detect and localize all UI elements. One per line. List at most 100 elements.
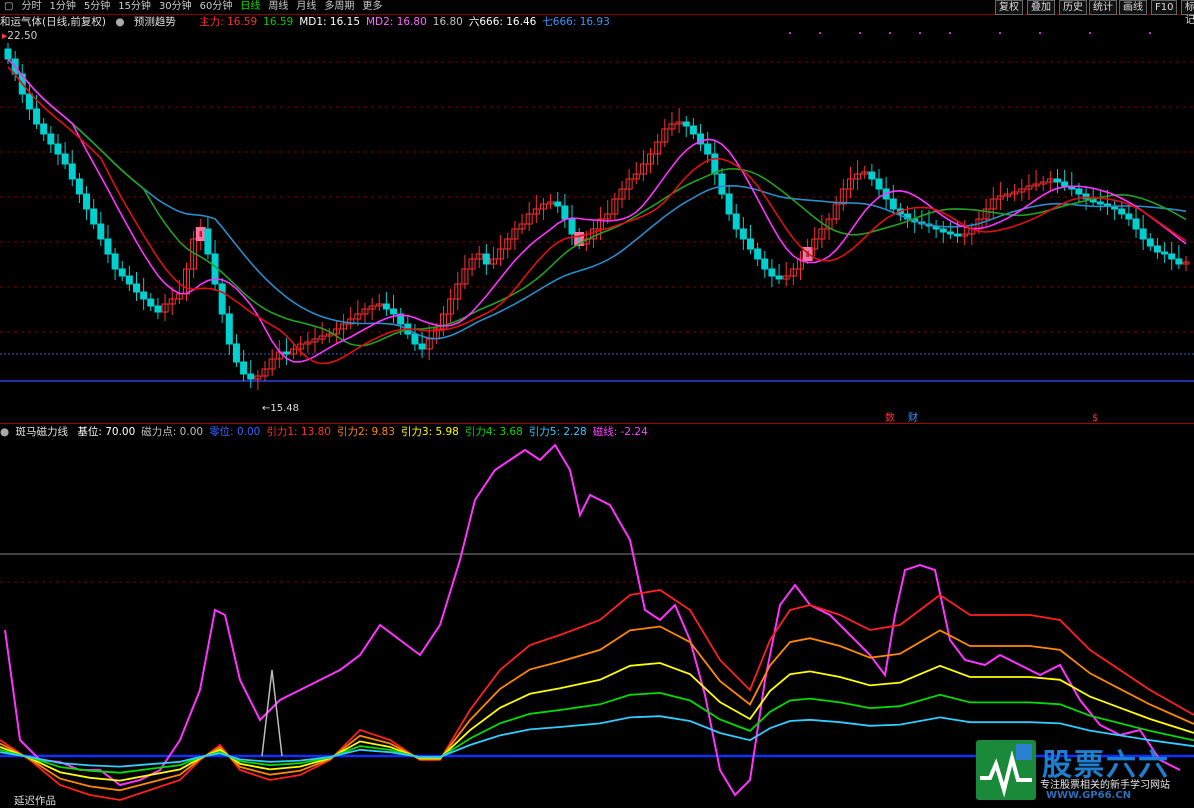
candle-body xyxy=(147,298,155,307)
ma-pink-line xyxy=(7,58,1187,363)
candle-body xyxy=(125,275,133,285)
signal-dot xyxy=(789,32,791,34)
tab-period-10[interactable]: 更多 xyxy=(358,0,386,14)
signal-dot xyxy=(949,32,951,34)
candle-body xyxy=(118,268,126,277)
candle-body xyxy=(68,163,76,180)
candle-body xyxy=(1096,201,1104,205)
candle-body xyxy=(104,238,112,255)
candle-body xyxy=(133,283,141,293)
toolbar-button-2[interactable]: 历史 xyxy=(1059,0,1087,15)
candle-body xyxy=(568,218,576,235)
pane-separator xyxy=(0,423,1194,424)
candle-body xyxy=(689,125,697,135)
tab-period-8[interactable]: 月线 xyxy=(292,0,320,14)
tab-period-9[interactable]: 多周期 xyxy=(320,0,358,14)
candle-body xyxy=(732,213,740,230)
lower-value-3: 引力1: 13.80 xyxy=(266,426,331,438)
lower-value-8: 磁线: -2.24 xyxy=(592,426,648,438)
candle-body xyxy=(247,373,255,380)
toolbar-button-0[interactable]: 复权 xyxy=(995,0,1023,15)
candle-body xyxy=(111,253,119,270)
toolbar-button-4[interactable]: 画线 xyxy=(1119,0,1147,15)
candle-body xyxy=(1061,181,1069,187)
candle-body xyxy=(204,228,212,255)
candle-body xyxy=(554,201,562,207)
event-marker-c: $ xyxy=(1092,413,1098,422)
signal-dot xyxy=(889,32,891,34)
toolbar-button-6[interactable]: 标记 xyxy=(1181,0,1194,26)
event-marker-b: 财 xyxy=(908,411,918,422)
signal-dot xyxy=(1149,32,1151,34)
candle-body xyxy=(390,308,398,315)
candle-body xyxy=(33,108,41,125)
candle-body xyxy=(75,178,83,195)
candle-body xyxy=(739,228,747,240)
candle-body xyxy=(954,233,962,237)
candle-body xyxy=(1168,253,1176,260)
tab-period-6[interactable]: 日线 xyxy=(236,0,264,14)
candle-body xyxy=(682,121,690,127)
candlestick-chart[interactable]: ←15.48 数 财 $ xyxy=(0,14,1194,422)
candle-body xyxy=(761,258,769,270)
lower-value-5: 引力3: 5.98 xyxy=(400,426,459,438)
candle-body xyxy=(382,303,390,310)
candle-body xyxy=(754,248,762,260)
candle-body xyxy=(411,333,419,345)
candle-body xyxy=(868,171,876,180)
period-tabs: 分时 1分钟 5分钟 15分钟 30分钟 60分钟 日线 周线 月线 多周期 更多 xyxy=(17,0,386,14)
candle-body xyxy=(946,231,954,235)
gp66-logo-icon xyxy=(976,740,1036,800)
spike-line xyxy=(261,669,283,757)
tab-period-3[interactable]: 15分钟 xyxy=(114,0,155,14)
tab-period-7[interactable]: 周线 xyxy=(264,0,292,14)
event-marker-a: 数 xyxy=(885,411,895,422)
signal-dot xyxy=(1089,32,1091,34)
candle-body xyxy=(1132,218,1140,230)
lower-value-4: 引力2: 9.83 xyxy=(336,426,395,438)
candle-body xyxy=(1153,245,1161,253)
lower-value-0: 基位: 70.00 xyxy=(77,426,136,438)
lower-value-6: 引力4: 3.68 xyxy=(464,426,523,438)
candle-body xyxy=(1161,251,1169,255)
signal-dot xyxy=(1039,32,1041,34)
lower-value-7: 引力5: 2.28 xyxy=(528,426,587,438)
ma-blue-line xyxy=(7,58,1187,340)
settings-icon[interactable]: ● xyxy=(0,426,9,438)
toolbar-button-5[interactable]: F10 xyxy=(1151,0,1178,15)
candle-body xyxy=(718,173,726,195)
signal-dot xyxy=(819,32,821,34)
candle-body xyxy=(418,343,426,350)
tab-period-0[interactable]: 分时 xyxy=(17,0,45,14)
tab-period-2[interactable]: 5分钟 xyxy=(80,0,114,14)
tab-period-4[interactable]: 30分钟 xyxy=(155,0,196,14)
lower-title[interactable]: 斑马磁力线 xyxy=(16,426,69,438)
bottom-label: 延迟作品 xyxy=(14,795,56,807)
toolbar-button-1[interactable]: 叠加 xyxy=(1027,0,1055,15)
candle-body xyxy=(746,238,754,250)
watermark-subtitle: 专注股票相关的新手学习网站 xyxy=(1040,780,1170,791)
candle-body xyxy=(40,123,48,135)
candle-body xyxy=(83,193,91,210)
candle-body xyxy=(482,253,490,265)
toolbar-button-3[interactable]: 统计 xyxy=(1089,0,1117,15)
candle-body xyxy=(140,291,148,300)
candle-body xyxy=(711,153,719,175)
candle-body xyxy=(90,208,98,225)
watermark: 股票六六 专注股票相关的新手学习网站 WWW.GP66.CN xyxy=(976,740,1194,808)
candle-body xyxy=(889,198,897,210)
candle-body xyxy=(240,361,248,375)
signal-dot xyxy=(999,32,1001,34)
tab-period-1[interactable]: 1分钟 xyxy=(45,0,79,14)
candle-body xyxy=(218,283,226,315)
candle-body xyxy=(1053,178,1061,183)
candle-body xyxy=(875,178,883,190)
candle-body xyxy=(232,343,240,363)
tab-period-5[interactable]: 60分钟 xyxy=(196,0,237,14)
candle-body xyxy=(1139,228,1147,240)
lower-indicator-bar: ● 斑马磁力线 基位: 70.00 磁力点: 0.00 零位: 0.00 引力1: 1… xyxy=(0,425,660,439)
watermark-url: WWW.GP66.CN xyxy=(1046,790,1132,801)
candle-body xyxy=(775,275,783,280)
candle-body xyxy=(561,205,569,220)
chart-menu-icon[interactable]: ▢ xyxy=(0,0,17,14)
